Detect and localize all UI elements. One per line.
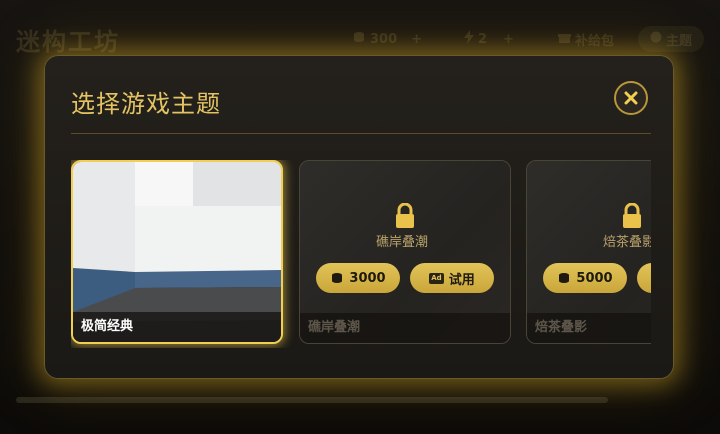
close-icon [624,91,638,105]
buy-theme-button[interactable]: 3000 [316,263,400,293]
trial-button[interactable]: Ad 试用 [410,263,494,293]
theme-name: 极简经典 [81,319,134,334]
locked-theme-name: 礁岸叠潮 [376,235,429,250]
theme-carousel[interactable]: 极简经典 礁岸叠潮 3000 Ad 试用 礁岸叠潮 焙茶叠影 5000 焙茶叠影 [71,160,651,348]
theme-card-minimal-classic[interactable]: 极简经典 [71,160,283,344]
coin-icon [332,273,343,283]
ad-icon: Ad [429,272,444,284]
theme-name: 礁岸叠潮 [308,320,361,335]
modal-title: 选择游戏主题 [71,90,221,118]
theme-name: 焙茶叠影 [535,320,588,335]
theme-card-reef-tide[interactable]: 礁岸叠潮 3000 Ad 试用 礁岸叠潮 [299,160,511,344]
locked-theme-name: 焙茶叠影 [603,235,651,250]
theme-card-roasted-tea[interactable]: 焙茶叠影 5000 Ad 试用 焙茶叠影 [526,160,651,344]
price-label: 3000 [349,270,386,286]
coin-icon [559,273,570,283]
price-label: 5000 [576,270,613,286]
title-divider [71,133,651,134]
theme-select-modal: 选择游戏主题 极简经典 礁岸叠潮 3000 Ad 试用 礁岸叠潮 焙茶叠影 50… [44,55,674,379]
close-button[interactable] [614,81,648,115]
trial-label: 试用 [448,272,475,288]
lock-icon [623,203,641,228]
buy-theme-button[interactable]: 5000 [543,263,627,293]
lock-icon [396,203,414,228]
